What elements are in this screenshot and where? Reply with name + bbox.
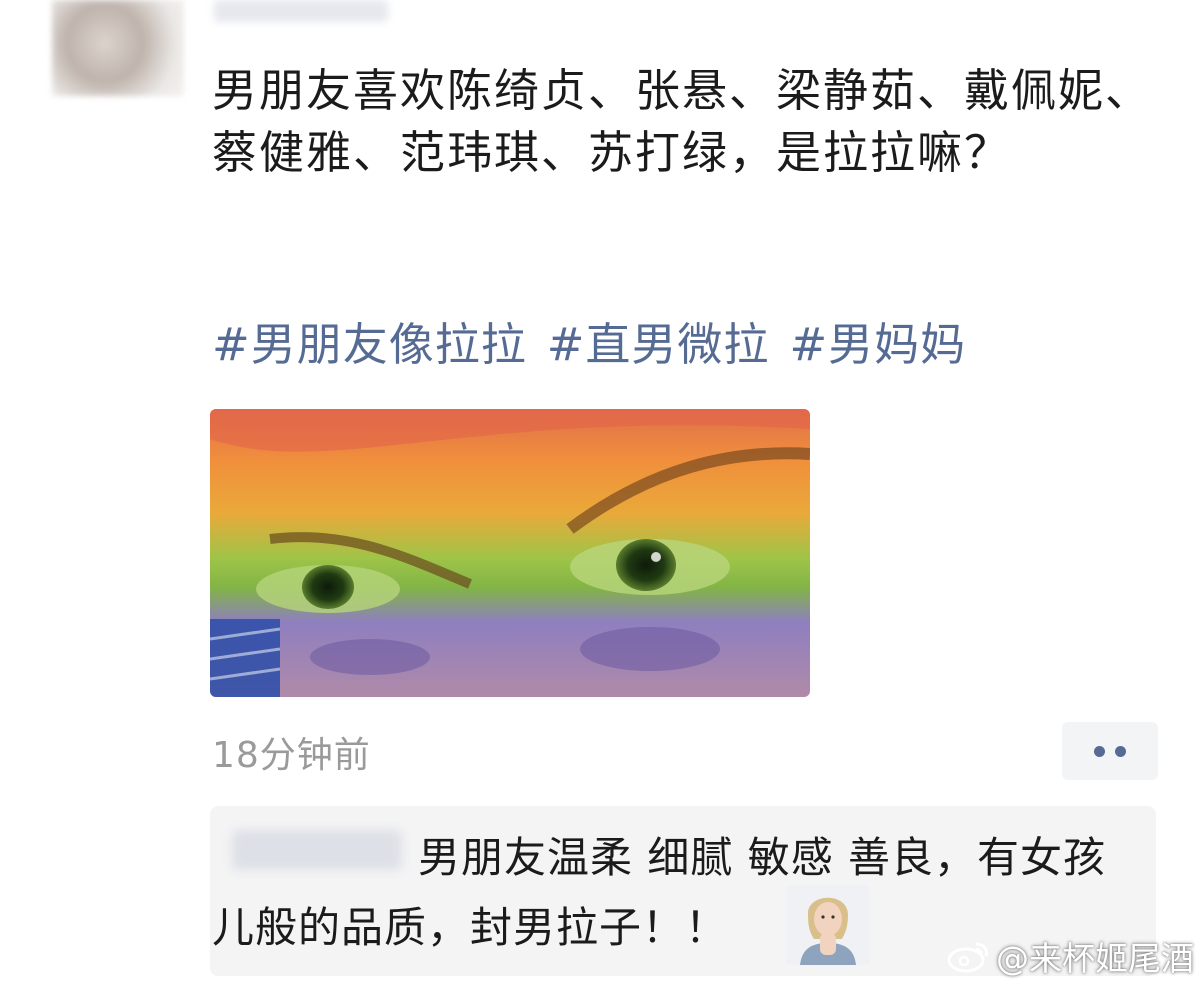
hashtag-link[interactable]: #男朋友像拉拉 [212, 314, 527, 376]
more-dots-icon [1094, 745, 1105, 757]
weibo-logo-icon [947, 942, 988, 973]
hashtag-list: #男朋友像拉拉 #直男微拉 #男妈妈 [212, 314, 1172, 376]
username-blurred[interactable] [214, 0, 388, 22]
post-text: 男朋友喜欢陈绮贞、张悬、梁静茹、戴佩妮、蔡健雅、范玮琪、苏打绿，是拉拉嘛？ [212, 64, 1153, 179]
thinking-woman-sticker-icon [786, 885, 870, 965]
more-options-button[interactable] [1062, 722, 1158, 780]
hashtag-link[interactable]: #男妈妈 [789, 314, 966, 376]
watermark-text: @来杯姬尾酒 [996, 939, 1194, 978]
watermark: @来杯姬尾酒 [946, 936, 1194, 978]
post-time: 18分钟前 [212, 735, 371, 776]
user-avatar[interactable] [52, 0, 184, 96]
hashtag-link[interactable]: #直男微拉 [547, 314, 770, 376]
more-dots-icon [1115, 745, 1126, 757]
post-image[interactable] [210, 409, 810, 697]
